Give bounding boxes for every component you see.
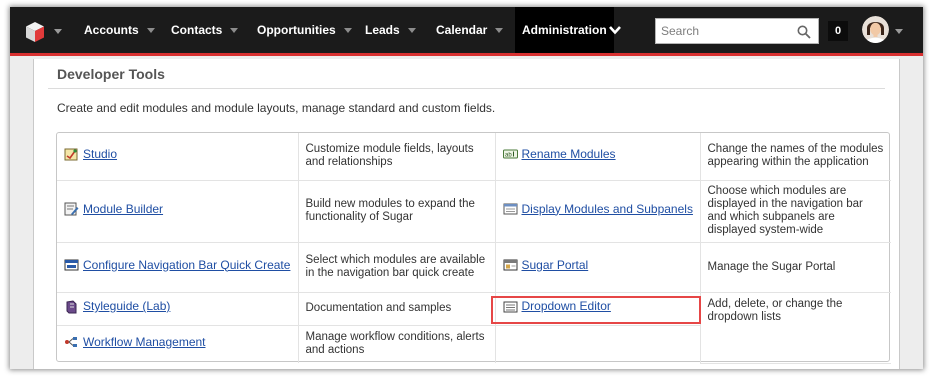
chevron-down-icon[interactable] bbox=[495, 27, 504, 33]
tab-leads[interactable]: Leads bbox=[365, 7, 416, 53]
logo-chevron-down-icon[interactable] bbox=[54, 29, 62, 34]
quick-create-link[interactable]: Configure Navigation Bar Quick Create bbox=[64, 258, 290, 272]
tool-description: Customize module fields, layouts and rel… bbox=[297, 133, 496, 181]
tool-description: Add, delete, or change the dropdown list… bbox=[699, 291, 891, 364]
workflow-management-link[interactable]: Workflow Management bbox=[64, 335, 206, 349]
quick-create-link-label: Configure Navigation Bar Quick Create bbox=[83, 257, 291, 272]
table-row: Styleguide (Lab) Documentation and sampl… bbox=[57, 291, 891, 364]
notifications-badge[interactable]: 0 bbox=[828, 21, 848, 41]
search-input[interactable] bbox=[656, 19, 794, 43]
tab-leads-label: Leads bbox=[365, 23, 400, 37]
more-tabs-chevron-icon[interactable] bbox=[608, 23, 622, 37]
table-row: Configure Navigation Bar Quick Create Se… bbox=[57, 241, 891, 293]
tool-description: Change the names of the modules appearin… bbox=[699, 133, 891, 181]
tool-description: Manage the Sugar Portal bbox=[699, 241, 891, 293]
sugar-portal-link[interactable]: Sugar Portal bbox=[503, 257, 589, 272]
tool-link-cell: Studio bbox=[57, 133, 299, 181]
chevron-down-icon[interactable] bbox=[343, 27, 352, 33]
empty-cell bbox=[494, 324, 700, 363]
styleguide-link-label: Styleguide (Lab) bbox=[83, 299, 171, 313]
rename-modules-icon: ab bbox=[502, 149, 518, 159]
workflow-icon bbox=[65, 337, 77, 348]
tool-link-cell: Display Modules and Subpanels bbox=[494, 179, 701, 243]
app-window: Accounts Contacts Opportunities Leads Ca… bbox=[10, 7, 923, 369]
chevron-down-icon[interactable] bbox=[407, 27, 416, 33]
display-modules-link[interactable]: Display Modules and Subpanels bbox=[503, 202, 693, 216]
tool-link-cell: Configure Navigation Bar Quick Create bbox=[57, 241, 299, 293]
tool-link-cell: Dropdown Editor bbox=[494, 291, 701, 326]
chevron-down-icon[interactable] bbox=[230, 27, 239, 33]
table-row: Studio Customize module fields, layouts … bbox=[57, 133, 891, 181]
styleguide-icon bbox=[66, 299, 77, 313]
tab-accounts-label: Accounts bbox=[84, 23, 139, 37]
display-modules-icon bbox=[503, 203, 517, 215]
dropdown-editor-link-label: Dropdown Editor bbox=[521, 299, 611, 313]
tool-description: Manage workflow conditions, alerts and a… bbox=[297, 324, 496, 363]
tool-link-cell: Module Builder bbox=[57, 179, 299, 243]
chevron-down-icon[interactable] bbox=[146, 27, 155, 33]
module-builder-link[interactable]: Module Builder bbox=[64, 202, 163, 216]
tool-link-cell: Sugar Portal bbox=[494, 241, 701, 293]
dropdown-editor-icon bbox=[503, 301, 517, 312]
avatar[interactable] bbox=[862, 16, 889, 43]
tool-link-cell: Styleguide (Lab) bbox=[57, 291, 299, 326]
developer-tools-panel: Developer Tools Create and edit modules … bbox=[33, 59, 900, 369]
display-modules-link-label: Display Modules and Subpanels bbox=[521, 201, 693, 216]
tool-description: Select which modules are available in th… bbox=[297, 241, 496, 293]
tab-accounts[interactable]: Accounts bbox=[84, 7, 155, 53]
tool-description: Documentation and samples bbox=[297, 291, 496, 326]
global-search bbox=[655, 18, 819, 44]
tool-link-cell: Workflow Management bbox=[57, 324, 299, 363]
dropdown-editor-link[interactable]: Dropdown Editor bbox=[503, 300, 611, 314]
user-menu-chevron-down-icon[interactable] bbox=[895, 29, 903, 34]
tab-opportunities[interactable]: Opportunities bbox=[257, 7, 352, 53]
studio-icon bbox=[64, 148, 78, 161]
tool-description: Choose which modules are displayed in th… bbox=[699, 179, 891, 243]
developer-tools-table: Studio Customize module fields, layouts … bbox=[56, 132, 891, 364]
workflow-management-link-label: Workflow Management bbox=[83, 334, 206, 349]
sugar-portal-icon bbox=[503, 259, 517, 271]
studio-link[interactable]: Studio bbox=[64, 147, 117, 161]
module-builder-link-label: Module Builder bbox=[83, 201, 164, 216]
rename-modules-link-label: Rename Modules bbox=[521, 146, 616, 161]
sugar-logo-icon[interactable] bbox=[24, 21, 46, 43]
studio-link-label: Studio bbox=[83, 146, 118, 161]
tool-description: Build new modules to expand the function… bbox=[297, 179, 496, 243]
tab-administration-label: Administration bbox=[522, 23, 607, 37]
module-builder-icon bbox=[64, 202, 79, 216]
page-description: Create and edit modules and module layou… bbox=[57, 101, 496, 115]
sugar-portal-link-label: Sugar Portal bbox=[521, 257, 589, 272]
tab-contacts[interactable]: Contacts bbox=[171, 7, 239, 53]
tab-calendar-label: Calendar bbox=[436, 23, 488, 37]
svg-text:ab: ab bbox=[505, 153, 512, 159]
tool-link-cell: ab Rename Modules bbox=[494, 133, 701, 181]
tab-administration[interactable]: Administration bbox=[515, 7, 614, 53]
tab-contacts-label: Contacts bbox=[171, 23, 223, 37]
title-divider bbox=[48, 88, 885, 89]
top-navbar: Accounts Contacts Opportunities Leads Ca… bbox=[10, 7, 923, 56]
tab-opportunities-label: Opportunities bbox=[257, 23, 336, 37]
search-icon[interactable] bbox=[797, 25, 811, 39]
user-avatar-icon bbox=[862, 16, 889, 43]
quick-create-icon bbox=[64, 259, 79, 271]
table-row: Module Builder Build new modules to expa… bbox=[57, 179, 891, 243]
rename-modules-link[interactable]: ab Rename Modules bbox=[502, 146, 616, 161]
styleguide-link[interactable]: Styleguide (Lab) bbox=[64, 300, 170, 314]
page-title: Developer Tools bbox=[57, 66, 165, 82]
tab-calendar[interactable]: Calendar bbox=[436, 7, 504, 53]
